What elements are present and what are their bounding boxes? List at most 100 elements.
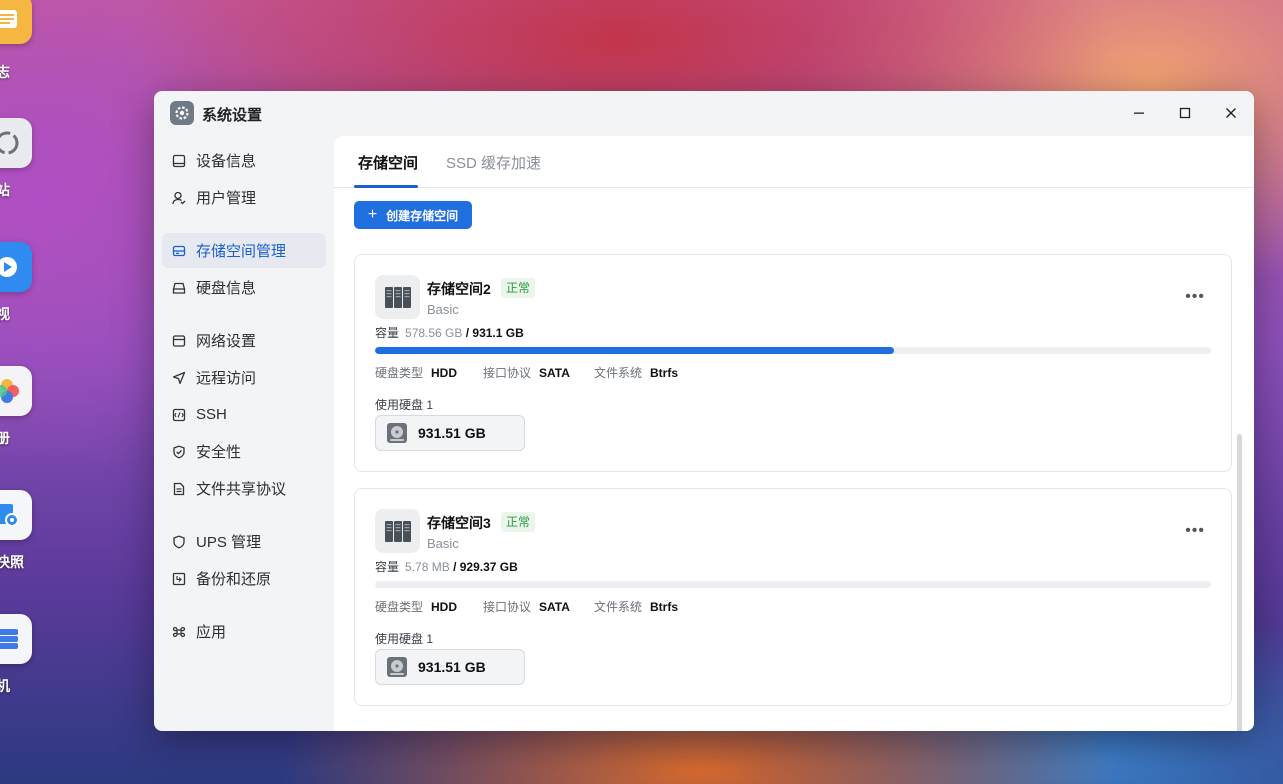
desktop-icon-vm[interactable]: 拟机 (0, 614, 32, 694)
disk-type-label: 硬盘类型 (375, 366, 424, 380)
sidebar-item-disk-info[interactable]: 硬盘信息 (162, 270, 326, 305)
sidebar-item-network[interactable]: 网络设置 (162, 323, 326, 358)
sidebar-item-storage-management[interactable]: 存储空间管理 (162, 233, 326, 268)
interface-label: 接口协议 (483, 600, 532, 614)
tab-storage-space[interactable]: 存储空间 (358, 152, 418, 173)
desktop-icon-label: 影视 (0, 306, 10, 322)
capacity-progress-fill (375, 347, 895, 354)
tab-bar: 存储空间 SSD 缓存加速 (334, 136, 1254, 188)
sidebar-item-apps[interactable]: 应用 (162, 614, 326, 649)
window-title: 系统设置 (202, 107, 263, 124)
desktop-icon-label: 相册 (0, 430, 10, 446)
network-icon (171, 333, 187, 349)
capacity-used: 5.78 MB (405, 560, 450, 574)
desktop-icon-snapshot[interactable]: 件快照 (0, 490, 32, 570)
filesystem-value: Btrfs (650, 600, 679, 614)
system-settings-window: 系统设置 设备信息 用户管理 存储空间管理 硬盘信息 网络设置 远程访问 SSH… (154, 91, 1254, 731)
ssh-icon (171, 407, 187, 423)
backup-icon (171, 571, 187, 587)
remote-icon (171, 370, 187, 386)
filesystem-info: 文件系统 Btrfs (594, 364, 678, 381)
capacity-line: 容量 5.78 MB / 929.37 GB (375, 558, 518, 575)
desktop-icon-photos[interactable]: 相册 (0, 366, 32, 446)
recycle-bin-icon (0, 118, 32, 168)
sidebar-item-label: 文件共享协议 (196, 481, 287, 498)
capacity-progress-bar (375, 581, 1211, 588)
filesystem-value: Btrfs (650, 366, 679, 380)
sidebar-item-label: SSH (196, 406, 227, 423)
close-icon (1226, 108, 1236, 118)
server-icon (375, 509, 420, 553)
desktop-icon-label: 收站 (0, 182, 10, 198)
create-storage-space-button[interactable]: + 创建存储空间 (354, 201, 472, 229)
sidebar-item-label: 远程访问 (196, 370, 257, 387)
user-icon (171, 190, 187, 206)
desktop-icon-recycle[interactable]: 收站 (0, 118, 32, 198)
filesystem-label: 文件系统 (594, 600, 643, 614)
shield-check-icon (171, 444, 187, 460)
storage-pool-type: Basic (427, 302, 459, 317)
disk-icon (171, 280, 187, 296)
capacity-label: 容量 (375, 560, 400, 574)
desktop-icon-label: 日志 (0, 64, 10, 80)
sidebar-item-security[interactable]: 安全性 (162, 434, 326, 469)
sidebar-item-remote-access[interactable]: 远程访问 (162, 360, 326, 395)
scrollbar[interactable] (1237, 434, 1242, 731)
sidebar-item-ssh[interactable]: SSH (162, 397, 326, 432)
sidebar-item-backup-restore[interactable]: 备份和还原 (162, 561, 326, 596)
sidebar-item-file-sharing[interactable]: 文件共享协议 (162, 471, 326, 506)
sidebar-item-label: 网络设置 (196, 333, 257, 350)
filesystem-label: 文件系统 (594, 366, 643, 380)
sidebar-item-ups[interactable]: UPS 管理 (162, 524, 326, 559)
sidebar-item-label: 用户管理 (196, 190, 257, 207)
ups-icon (171, 534, 187, 550)
storage-pool-name: 存储空间2 (427, 281, 491, 297)
sidebar-item-label: 备份和还原 (196, 571, 272, 588)
desktop-icon-video[interactable]: 影视 (0, 242, 32, 322)
maximize-button[interactable] (1173, 101, 1197, 125)
minimize-icon (1134, 112, 1144, 114)
sidebar-item-label: 安全性 (196, 444, 242, 461)
close-button[interactable] (1219, 101, 1243, 125)
vm-app-icon (0, 614, 32, 664)
more-options-icon[interactable]: ••• (1185, 522, 1205, 540)
capacity-progress-bar (375, 347, 1211, 354)
interface-info: 接口协议 SATA (483, 598, 570, 615)
sidebar-item-label: 存储空间管理 (196, 243, 287, 260)
disk-chip[interactable]: 931.51 GB (375, 649, 525, 685)
hard-drive-icon (387, 423, 407, 443)
disk-chip[interactable]: 931.51 GB (375, 415, 525, 451)
more-options-icon[interactable]: ••• (1185, 288, 1205, 306)
capacity-total: / 929.37 GB (453, 560, 518, 574)
plus-icon: + (367, 206, 378, 223)
storage-pool-card: 存储空间3 正常 Basic ••• 容量 5.78 MB / 929.37 GB… (354, 488, 1232, 706)
minimize-button[interactable] (1127, 101, 1151, 125)
disk-type-value: HDD (431, 366, 458, 380)
tab-ssd-cache[interactable]: SSD 缓存加速 (446, 152, 541, 173)
filesystem-info: 文件系统 Btrfs (594, 598, 678, 615)
sidebar-item-user-management[interactable]: 用户管理 (162, 180, 326, 215)
capacity-label: 容量 (375, 326, 400, 340)
sidebar-item-device-info[interactable]: 设备信息 (162, 143, 326, 178)
disk-size: 931.51 GB (418, 425, 486, 441)
title-bar[interactable]: 系统设置 (154, 91, 1254, 135)
snapshot-app-icon (0, 490, 32, 540)
hard-drive-icon (387, 657, 407, 677)
status-badge: 正常 (501, 512, 536, 532)
disk-type-info: 硬盘类型 HDD (375, 598, 457, 615)
disks-used-label: 使用硬盘 1 (375, 398, 434, 412)
storage-pool-name: 存储空间3 (427, 515, 491, 531)
active-tab-indicator (354, 185, 418, 188)
log-app-icon (0, 0, 32, 44)
interface-value: SATA (539, 366, 570, 380)
storage-pool-card: 存储空间2 正常 Basic ••• 容量 578.56 GB / 931.1 G… (354, 254, 1232, 472)
interface-value: SATA (539, 600, 570, 614)
desktop-icon-log[interactable]: 日志 (0, 0, 32, 80)
capacity-total: / 931.1 GB (465, 326, 524, 340)
desktop-icon-label: 拟机 (0, 678, 10, 694)
sidebar-item-label: UPS 管理 (196, 534, 262, 551)
disks-used-label: 使用硬盘 1 (375, 632, 434, 646)
server-icon (375, 275, 420, 319)
desktop-icon-label: 件快照 (0, 554, 24, 570)
disk-size: 931.51 GB (418, 659, 486, 675)
